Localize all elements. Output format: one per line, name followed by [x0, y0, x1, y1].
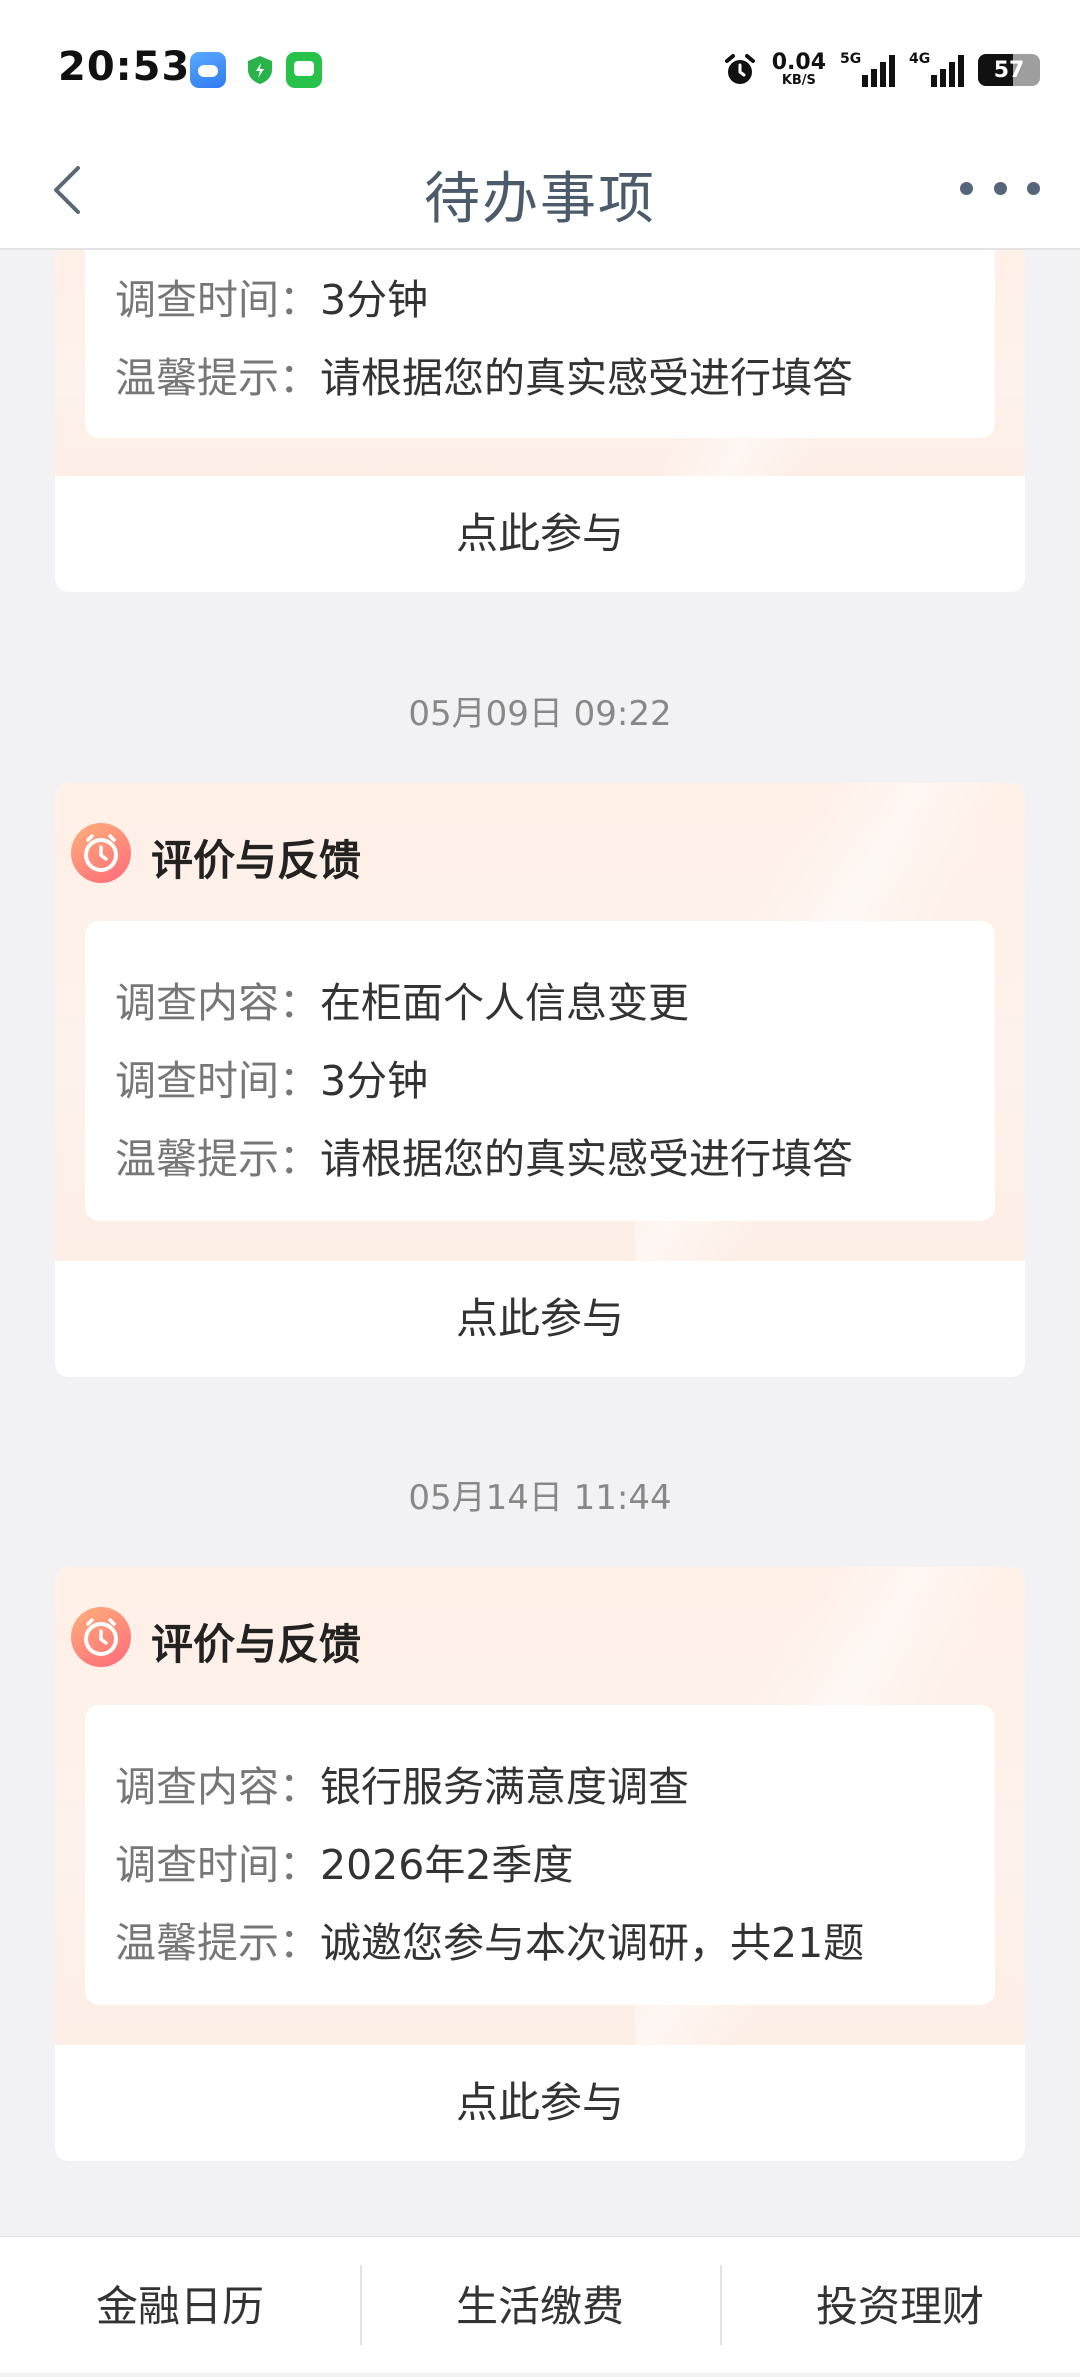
page-title: 待办事项: [424, 167, 656, 232]
participate-button[interactable]: 点此参与: [55, 476, 1025, 592]
card-title: 评价与反馈: [151, 836, 362, 885]
detail-row: 调查时间：3分钟: [115, 1057, 429, 1105]
weather-app-icon: [190, 52, 226, 88]
battery-indicator: 57: [978, 54, 1040, 86]
message-timestamp: 05月14日 11:44: [408, 1478, 672, 1518]
card-details: 调查时间：3分钟 温馨提示：请根据您的真实感受进行填答: [85, 250, 995, 438]
participate-button[interactable]: 点此参与: [55, 2045, 1025, 2161]
signal-4g-icon: 4G: [909, 51, 964, 87]
detail-row: 调查时间：3分钟: [115, 276, 429, 324]
todo-card: 调查时间：3分钟 温馨提示：请根据您的真实感受进行填答 点此参与: [55, 250, 1025, 592]
more-dot-icon: [960, 181, 973, 195]
tab-financial-calendar[interactable]: 金融日历: [0, 2237, 360, 2373]
todo-card: 评价与反馈 调查内容：银行服务满意度调查 调查时间：2026年2季度 温馨提示：…: [55, 1567, 1025, 2161]
alarm-clock-icon: [71, 823, 131, 883]
security-shield-icon: [242, 52, 278, 88]
detail-row: 温馨提示：诚邀您参与本次调研，共21题: [115, 1919, 865, 1967]
alarm-clock-icon: [71, 1607, 131, 1667]
bottom-menu: 金融日历 生活缴费 投资理财: [0, 2236, 1080, 2373]
tab-utility-payment[interactable]: 生活缴费: [360, 2237, 720, 2373]
app-header: 待办事项: [0, 130, 1080, 250]
status-time: 20:53: [58, 44, 191, 90]
card-details: 调查内容：在柜面个人信息变更 调查时间：3分钟 温馨提示：请根据您的真实感受进行…: [85, 921, 995, 1221]
more-dot-icon: [1027, 181, 1040, 195]
detail-row: 温馨提示：请根据您的真实感受进行填答: [115, 1135, 853, 1183]
status-bar: 20:53 0.04 KB/S 5G 4G 57: [0, 0, 1080, 130]
messages-app-icon: [286, 52, 322, 88]
tab-investment[interactable]: 投资理财: [720, 2237, 1080, 2373]
card-details: 调查内容：银行服务满意度调查 调查时间：2026年2季度 温馨提示：诚邀您参与本…: [85, 1705, 995, 2005]
alarm-clock-icon: [724, 54, 755, 84]
detail-row: 调查内容：在柜面个人信息变更: [115, 979, 689, 1027]
card-title: 评价与反馈: [151, 1620, 362, 1669]
more-dot-icon: [993, 181, 1007, 195]
detail-row: 调查时间：2026年2季度: [115, 1841, 574, 1889]
detail-row: 调查内容：银行服务满意度调查: [115, 1763, 689, 1811]
detail-row: 温馨提示：请根据您的真实感受进行填答: [115, 354, 853, 402]
more-options-button[interactable]: [960, 168, 1040, 208]
participate-button[interactable]: 点此参与: [55, 1261, 1025, 1377]
todo-card: 评价与反馈 调查内容：在柜面个人信息变更 调查时间：3分钟 温馨提示：请根据您的…: [55, 783, 1025, 1377]
network-speed: 0.04 KB/S: [771, 50, 826, 88]
message-timestamp: 05月09日 09:22: [408, 694, 672, 734]
signal-5g-icon: 5G: [840, 51, 895, 87]
